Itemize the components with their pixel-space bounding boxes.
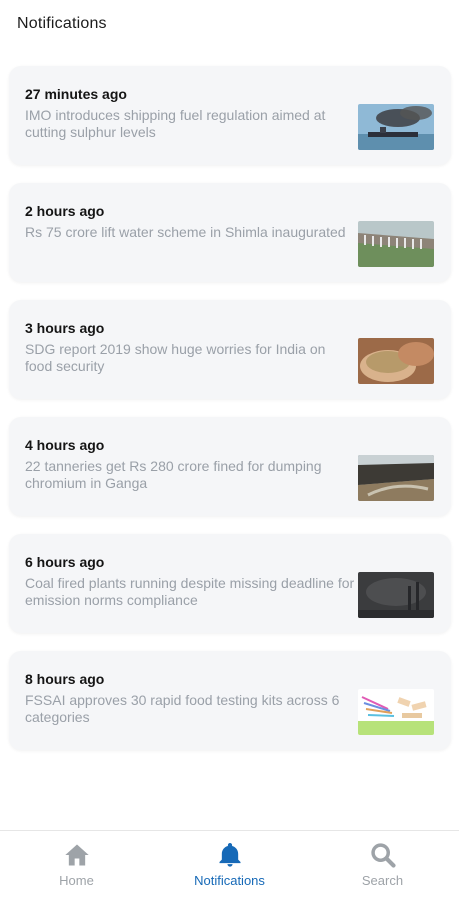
notification-thumbnail	[358, 338, 434, 384]
notification-card[interactable]: 6 hours ago Coal fired plants running de…	[9, 534, 451, 633]
nav-search-label: Search	[361, 873, 404, 888]
notification-time: 6 hours ago	[25, 554, 105, 570]
notification-thumbnail	[358, 104, 434, 150]
notification-card[interactable]: 3 hours ago SDG report 2019 show huge wo…	[9, 300, 451, 399]
nav-home-label: Home	[59, 873, 94, 888]
notification-card[interactable]: 4 hours ago 22 tanneries get Rs 280 cror…	[9, 417, 451, 516]
notification-title: IMO introduces shipping fuel regulation …	[25, 107, 326, 140]
bottom-navigation: Home Notifications Search	[0, 830, 459, 900]
notification-time: 8 hours ago	[25, 671, 105, 687]
notification-thumbnail	[358, 455, 434, 501]
notification-title: Rs 75 crore lift water scheme in Shimla …	[25, 224, 346, 240]
bell-icon	[216, 841, 244, 869]
notification-thumbnail	[358, 689, 434, 735]
search-icon	[369, 841, 397, 869]
nav-home[interactable]: Home	[0, 831, 153, 900]
notification-time: 27 minutes ago	[25, 86, 127, 102]
notification-card[interactable]: 2 hours ago Rs 75 crore lift water schem…	[9, 183, 451, 282]
notification-thumbnail	[358, 221, 434, 267]
notification-time: 3 hours ago	[25, 320, 105, 336]
notification-title: FSSAI approves 30 rapid food testing kit…	[25, 692, 340, 725]
notification-card[interactable]: 8 hours ago FSSAI approves 30 rapid food…	[9, 651, 451, 750]
page-title: Notifications	[17, 15, 107, 32]
notification-card[interactable]: 27 minutes ago IMO introduces shipping f…	[9, 66, 451, 165]
nav-notifications[interactable]: Notifications	[153, 831, 306, 900]
home-icon	[63, 841, 91, 869]
notification-time: 4 hours ago	[25, 437, 105, 453]
nav-search[interactable]: Search	[306, 831, 459, 900]
notification-list: 27 minutes ago IMO introduces shipping f…	[9, 66, 451, 768]
nav-notifications-label: Notifications	[194, 873, 265, 888]
notification-title: SDG report 2019 show huge worries for In…	[25, 341, 326, 374]
notification-time: 2 hours ago	[25, 203, 105, 219]
notification-thumbnail	[358, 572, 434, 618]
notification-title: 22 tanneries get Rs 280 crore fined for …	[25, 458, 322, 491]
notification-title: Coal fired plants running despite missin…	[25, 575, 355, 608]
